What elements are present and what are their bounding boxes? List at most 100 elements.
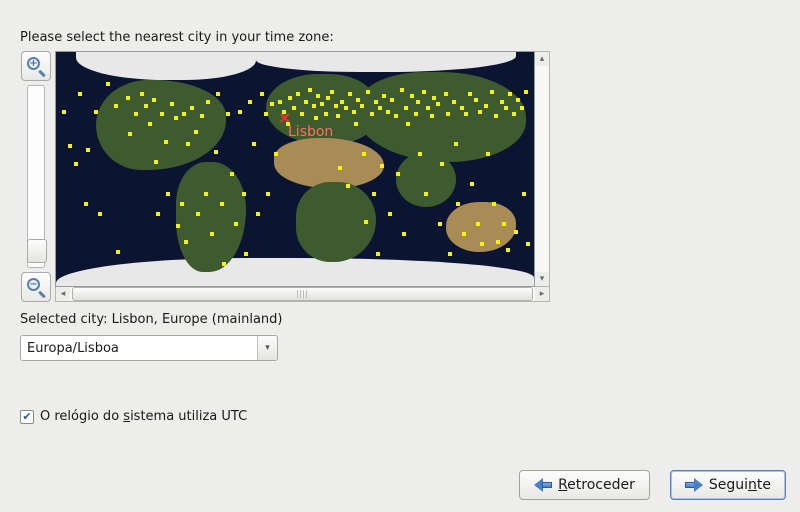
city-dot[interactable] xyxy=(506,248,510,252)
scroll-right-arrow[interactable]: ▸ xyxy=(535,287,549,301)
city-dot[interactable] xyxy=(462,232,466,236)
city-dot[interactable] xyxy=(226,112,230,116)
city-dot[interactable] xyxy=(430,114,434,118)
city-dot[interactable] xyxy=(464,112,468,116)
timezone-select[interactable]: Europa/Lisboa ▾ xyxy=(20,335,278,361)
city-dot[interactable] xyxy=(360,104,364,108)
city-dot[interactable] xyxy=(418,152,422,156)
city-dot[interactable] xyxy=(468,92,472,96)
city-dot[interactable] xyxy=(312,104,316,108)
city-dot[interactable] xyxy=(394,114,398,118)
city-dot[interactable] xyxy=(308,88,312,92)
city-dot[interactable] xyxy=(216,92,220,96)
city-dot[interactable] xyxy=(446,112,450,116)
city-dot[interactable] xyxy=(320,102,324,106)
city-dot[interactable] xyxy=(78,92,82,96)
city-dot[interactable] xyxy=(186,142,190,146)
scroll-up-arrow[interactable]: ▴ xyxy=(535,52,549,66)
city-dot[interactable] xyxy=(154,160,158,164)
city-dot[interactable] xyxy=(474,98,478,102)
city-dot[interactable] xyxy=(432,96,436,100)
city-dot[interactable] xyxy=(520,106,524,110)
city-dot[interactable] xyxy=(494,114,498,118)
city-dot[interactable] xyxy=(502,222,506,226)
city-dot[interactable] xyxy=(242,192,246,196)
city-dot[interactable] xyxy=(182,112,186,116)
city-dot[interactable] xyxy=(174,116,178,120)
city-dot[interactable] xyxy=(278,100,282,104)
city-dot[interactable] xyxy=(134,112,138,116)
scroll-left-arrow[interactable]: ◂ xyxy=(56,287,70,301)
city-dot[interactable] xyxy=(324,112,328,116)
city-dot[interactable] xyxy=(362,152,366,156)
city-dot[interactable] xyxy=(410,94,414,98)
city-dot[interactable] xyxy=(436,102,440,106)
city-dot[interactable] xyxy=(376,252,380,256)
city-dot[interactable] xyxy=(292,106,296,110)
city-dot[interactable] xyxy=(396,172,400,176)
city-dot[interactable] xyxy=(378,106,382,110)
city-dot[interactable] xyxy=(426,106,430,110)
city-dot[interactable] xyxy=(490,90,494,94)
zoom-slider[interactable] xyxy=(27,85,45,268)
city-dot[interactable] xyxy=(356,98,360,102)
city-dot[interactable] xyxy=(326,96,330,100)
city-dot[interactable] xyxy=(166,192,170,196)
city-dot[interactable] xyxy=(512,112,516,116)
city-dot[interactable] xyxy=(478,110,482,114)
city-dot[interactable] xyxy=(296,92,300,96)
city-dot[interactable] xyxy=(438,222,442,226)
city-dot[interactable] xyxy=(176,224,180,228)
city-dot[interactable] xyxy=(210,232,214,236)
city-dot[interactable] xyxy=(386,110,390,114)
city-dot[interactable] xyxy=(206,100,210,104)
city-dot[interactable] xyxy=(354,122,358,126)
city-dot[interactable] xyxy=(374,100,378,104)
city-dot[interactable] xyxy=(84,202,88,206)
city-dot[interactable] xyxy=(86,148,90,152)
city-dot[interactable] xyxy=(98,212,102,216)
city-dot[interactable] xyxy=(244,252,248,256)
city-dot[interactable] xyxy=(500,100,504,104)
city-dot[interactable] xyxy=(414,112,418,116)
city-dot[interactable] xyxy=(126,96,130,100)
city-dot[interactable] xyxy=(190,106,194,110)
city-dot[interactable] xyxy=(370,112,374,116)
city-dot[interactable] xyxy=(508,92,512,96)
city-dot[interactable] xyxy=(196,212,200,216)
city-dot[interactable] xyxy=(344,106,348,110)
city-dot[interactable] xyxy=(230,172,234,176)
city-dot[interactable] xyxy=(180,202,184,206)
city-dot[interactable] xyxy=(316,94,320,98)
city-dot[interactable] xyxy=(424,192,428,196)
city-dot[interactable] xyxy=(504,106,508,110)
city-dot[interactable] xyxy=(516,98,520,102)
city-dot[interactable] xyxy=(514,230,518,234)
city-dot[interactable] xyxy=(194,130,198,134)
city-dot[interactable] xyxy=(114,104,118,108)
zoom-in-button[interactable]: + xyxy=(21,51,51,81)
city-dot[interactable] xyxy=(270,102,274,106)
chevron-down-icon[interactable]: ▾ xyxy=(257,336,277,360)
city-dot[interactable] xyxy=(184,240,188,244)
next-button[interactable]: Seguinte xyxy=(670,470,786,500)
city-dot[interactable] xyxy=(338,166,342,170)
map-horizontal-scrollbar[interactable]: ◂ ▸ xyxy=(55,287,550,302)
city-dot[interactable] xyxy=(68,144,72,148)
city-dot[interactable] xyxy=(220,202,224,206)
city-dot[interactable] xyxy=(140,92,144,96)
city-dot[interactable] xyxy=(346,184,350,188)
city-dot[interactable] xyxy=(116,250,120,254)
city-dot[interactable] xyxy=(288,96,292,100)
city-dot[interactable] xyxy=(334,104,338,108)
city-dot[interactable] xyxy=(448,252,452,256)
city-dot[interactable] xyxy=(234,222,238,226)
city-dot[interactable] xyxy=(526,242,530,246)
city-dot[interactable] xyxy=(214,150,218,154)
city-dot[interactable] xyxy=(252,142,256,146)
city-dot[interactable] xyxy=(274,152,278,156)
city-dot[interactable] xyxy=(128,132,132,136)
city-dot[interactable] xyxy=(440,162,444,166)
city-dot[interactable] xyxy=(300,112,304,116)
city-dot[interactable] xyxy=(144,104,148,108)
